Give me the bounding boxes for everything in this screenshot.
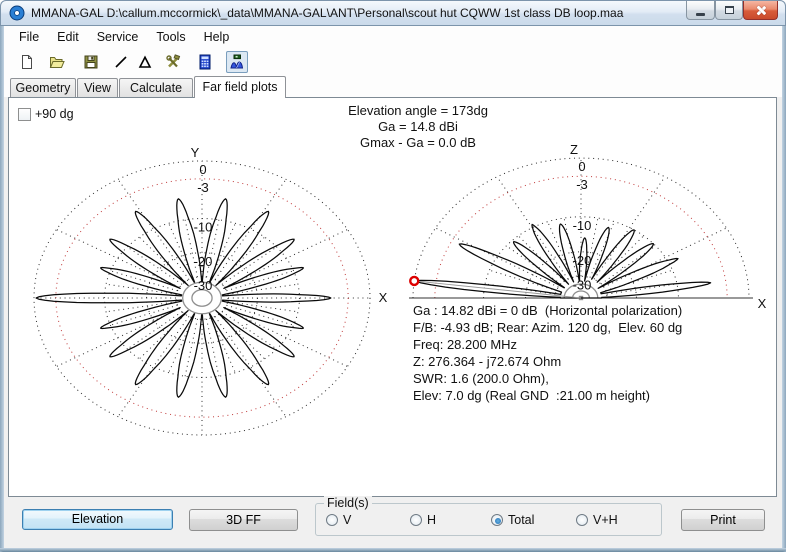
fields-group-label: Field(s) (324, 496, 372, 510)
info-impedance: Z: 276.364 - j72.674 Ohm (413, 354, 562, 369)
radio-vh-label: V+H (593, 513, 618, 527)
elevation-pattern (415, 223, 712, 299)
azimuth-grid (33, 160, 371, 436)
maximize-button[interactable] (715, 1, 743, 20)
azimuth-label: -3 (197, 180, 209, 195)
radio-vh-dot (576, 514, 588, 526)
result-info-block: Ga : 14.82 dBi = 0 dB (Horizontal polari… (413, 302, 682, 404)
open-file-icon[interactable] (46, 51, 68, 73)
menu-file[interactable]: File (10, 27, 48, 47)
plus90-checkbox-label: +90 dg (35, 107, 74, 121)
elevation-label: X (758, 296, 767, 311)
title-bar[interactable]: MMANA-GAL D:\callum.mccormick\_data\MMAN… (0, 0, 786, 26)
new-file-icon[interactable] (16, 51, 38, 73)
radio-v[interactable]: V (326, 513, 351, 527)
radio-v-plus-h[interactable]: V+H (576, 513, 618, 527)
window-frame-left (0, 26, 4, 552)
footer-bar: Elevation 3D FF Field(s) V H Total V+H P… (4, 496, 782, 548)
far-field-plot-panel: 0 -3 -10 -20 -30 Y X 0 -3 -10 -20 -30 Z X +90 dg Elev… (8, 97, 777, 497)
radio-v-label: V (343, 513, 352, 527)
toolbar (4, 48, 782, 76)
optimize-tools-icon[interactable] (162, 51, 184, 73)
radio-h-dot (410, 514, 422, 526)
azimuth-label: Y (191, 145, 200, 160)
info-elev: Elev: 7.0 dg (Real GND :21.00 m height) (413, 388, 651, 403)
plot-header: Elevation angle = 173dg Ga = 14.8 dBi Gm… (253, 103, 583, 151)
far-field-plots: 0-3-10-20-30YX0-3-10-20-30ZX (33, 142, 767, 436)
window-title: MMANA-GAL D:\callum.mccormick\_data\MMAN… (31, 6, 624, 20)
far-field-plot-icon[interactable] (226, 51, 248, 73)
menu-help[interactable]: Help (195, 27, 239, 47)
minimize-button[interactable] (686, 1, 715, 20)
menu-bar: File Edit Service Tools Help (4, 26, 782, 48)
ga-text: Ga = 14.8 dBi (378, 119, 458, 134)
azimuth-label: -20 (194, 254, 213, 269)
radio-total-label: Total (508, 513, 535, 527)
elevation-label: 0 (578, 159, 585, 174)
window-frame-bottom (0, 548, 786, 552)
save-icon[interactable] (80, 51, 102, 73)
elevation-label: -20 (573, 253, 592, 268)
menu-edit[interactable]: Edit (48, 27, 88, 47)
maximize-icon (724, 6, 734, 14)
azimuth-label: -30 (194, 278, 213, 293)
elevation-labels: 0-3-10-20-30ZX (570, 142, 767, 311)
azimuth-label: X (379, 290, 388, 305)
info-fb: F/B: -4.93 dB; Rear: Azim. 120 dg, Elev.… (413, 320, 683, 335)
azimuth-label: 0 (199, 162, 206, 177)
close-button[interactable] (743, 1, 778, 20)
tab-view[interactable]: View (77, 78, 118, 98)
fields-groupbox: Field(s) V H Total V+H (315, 496, 662, 536)
info-gain: Ga : 14.82 dBi = 0 dB (Horizontal polari… (413, 303, 683, 318)
elevation-cursor-marker (409, 275, 420, 287)
screen: MMANA-GAL D:\callum.mccormick\_data\MMAN… (0, 0, 786, 552)
print-button[interactable]: Print (681, 509, 765, 531)
ring--3 (55, 178, 349, 418)
tab-far-field-plots[interactable]: Far field plots (194, 76, 286, 98)
info-freq: Freq: 28.200 MHz (413, 337, 518, 352)
radio-h-label: H (427, 513, 437, 527)
info-swr: SWR: 1.6 (200.0 Ohm), (413, 371, 549, 386)
tab-strip: Geometry View Calculate Far field plots (4, 76, 782, 98)
radio-h[interactable]: H (410, 513, 436, 527)
menu-service[interactable]: Service (88, 27, 148, 47)
add-element-icon[interactable] (134, 51, 156, 73)
minimize-icon (696, 12, 705, 16)
elevation-label: -30 (573, 277, 592, 292)
3d-ff-button[interactable]: 3D FF (189, 509, 298, 531)
radio-total-dot (491, 514, 503, 526)
app-icon (9, 5, 25, 21)
calculate-icon[interactable] (194, 51, 216, 73)
elevation-angle-text: Elevation angle = 173dg (348, 103, 488, 118)
radio-v-dot (326, 514, 338, 526)
elevation-button[interactable]: Elevation (22, 509, 173, 530)
tab-geometry[interactable]: Geometry (10, 78, 76, 98)
close-icon (755, 5, 766, 16)
window-frame-right (782, 26, 786, 552)
elevation-label: -10 (573, 218, 592, 233)
elevation-label: -3 (576, 177, 588, 192)
add-wire-icon[interactable] (110, 51, 132, 73)
plus90-checkbox[interactable] (18, 107, 31, 121)
mmana-gal-window: MMANA-GAL D:\callum.mccormick\_data\MMAN… (0, 0, 786, 552)
azimuth-label: -10 (194, 220, 213, 235)
tab-calculate[interactable]: Calculate (119, 78, 193, 98)
gmax-text: Gmax - Ga = 0.0 dB (360, 135, 476, 150)
radio-total[interactable]: Total (491, 513, 534, 527)
menu-tools[interactable]: Tools (147, 27, 194, 47)
